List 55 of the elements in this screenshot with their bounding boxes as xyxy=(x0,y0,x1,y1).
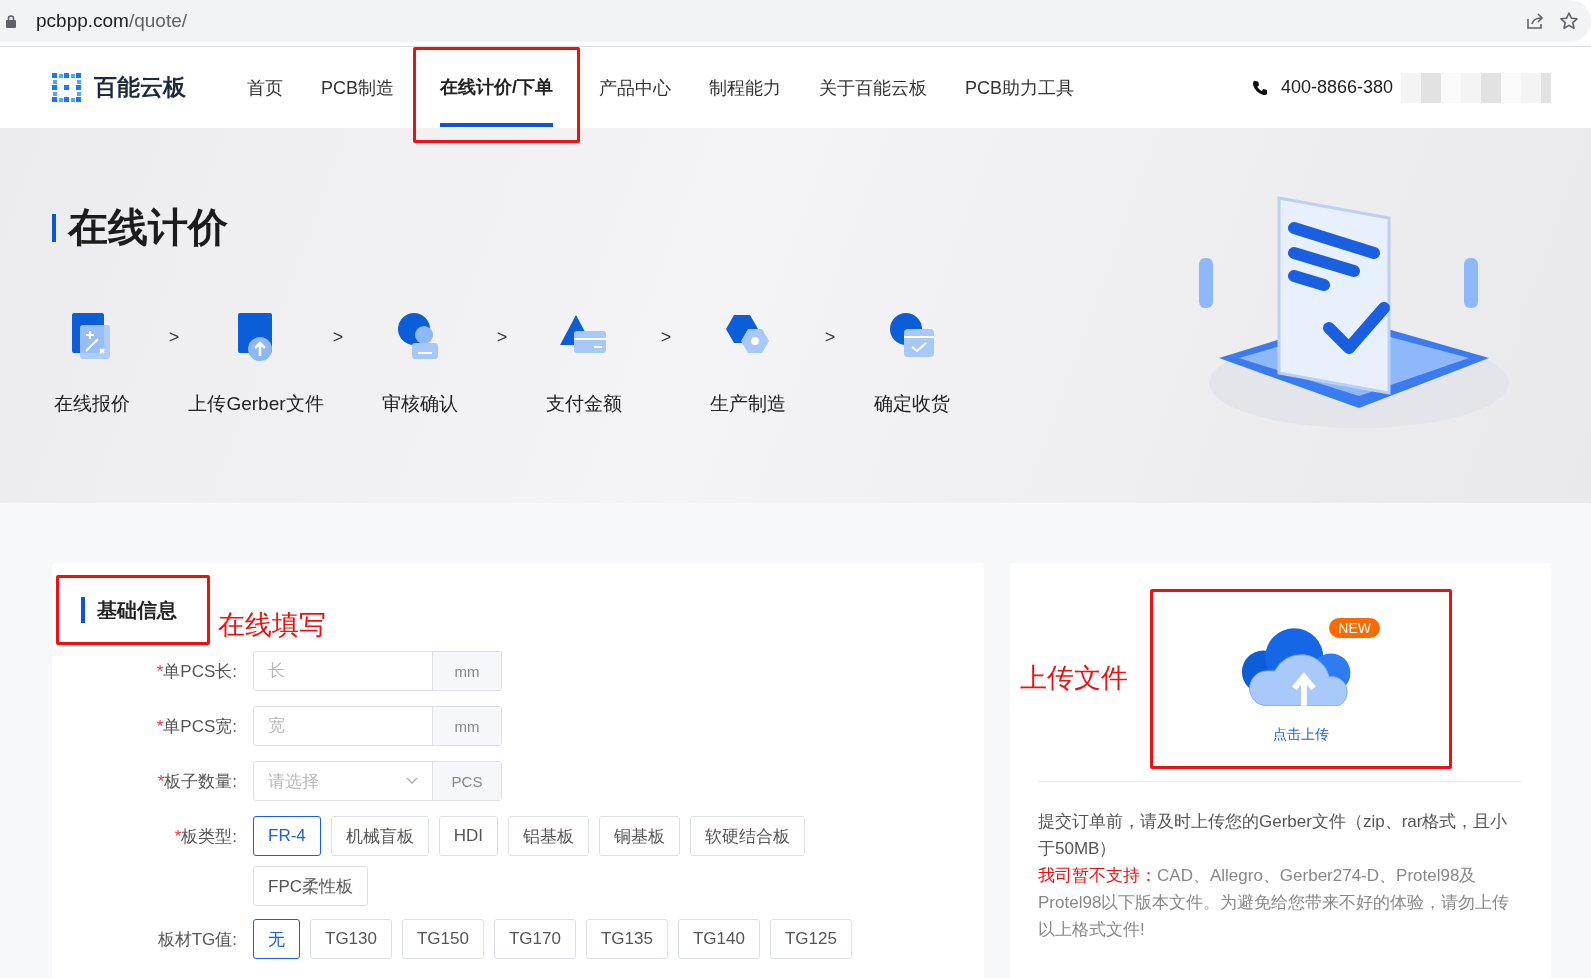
brand-name[interactable]: 百能云板 xyxy=(94,72,186,103)
option-button[interactable]: FR-4 xyxy=(253,816,321,856)
section-title: 基础信息 xyxy=(97,597,177,623)
star-icon[interactable] xyxy=(1559,11,1579,31)
step-label: 审核确认 xyxy=(382,392,458,416)
field-label: *单PCS长: xyxy=(155,661,238,683)
option-button[interactable]: TG135 xyxy=(585,919,668,959)
url-text: pcbpp.com/quote/ xyxy=(36,10,188,32)
option-button[interactable]: TG170 xyxy=(493,919,576,959)
option-button[interactable]: 机械盲板 xyxy=(330,816,429,856)
field-label: *板子数量: xyxy=(156,771,238,793)
option-button[interactable]: TG125 xyxy=(769,919,852,959)
field-label: *板类型: xyxy=(173,826,238,848)
field-label: 板材TG值: xyxy=(156,929,238,951)
step-label: 支付金额 xyxy=(546,392,622,416)
option-button[interactable]: 铜基板 xyxy=(599,816,681,856)
address-bar[interactable]: pcbpp.com/quote/ xyxy=(0,0,1591,42)
step-arrow: > xyxy=(167,327,181,348)
option-button[interactable]: HDI xyxy=(438,816,499,856)
step-label: 生产制造 xyxy=(710,392,786,416)
unit-addon: mm xyxy=(432,652,501,690)
share-icon[interactable] xyxy=(1525,11,1545,31)
new-badge: NEW xyxy=(1329,618,1381,638)
step-arrow: > xyxy=(331,327,345,348)
annotation-text: 在线填写 xyxy=(218,609,326,642)
option-button[interactable]: TG130 xyxy=(310,919,392,959)
option-button[interactable]: 软硬结合板 xyxy=(690,816,806,856)
step-arrow: > xyxy=(823,327,837,348)
field-label: *单PCS宽: xyxy=(155,716,238,738)
page-title: 在线计价 xyxy=(68,204,228,251)
nav-link[interactable]: 首页 xyxy=(247,51,283,128)
logo-icon xyxy=(52,72,82,103)
phone-icon xyxy=(1250,78,1269,97)
upload-link[interactable]: 点击上传 xyxy=(1273,726,1330,744)
nav-link[interactable]: 关于百能云板 xyxy=(819,51,928,128)
annotation-text: 上传文件 xyxy=(1020,662,1129,695)
lock-icon xyxy=(6,14,16,28)
step-arrow: > xyxy=(659,327,673,348)
nav-link[interactable]: PCB制造 xyxy=(321,51,394,128)
phone-number: 400-8866-380 xyxy=(1280,77,1393,98)
step-label: 确定收货 xyxy=(874,392,950,416)
nav-link[interactable]: 制程能力 xyxy=(709,51,782,128)
warning-note: 我司暂不支持：CAD、Allegro、Gerber274-D、Protel98及Protel98以下版本文件。为避免给您带来不好的体验，请勿上传以上格式文件! xyxy=(1038,865,1511,941)
option-button[interactable]: FPC柔性板 xyxy=(253,866,368,906)
option-button[interactable]: 铝基板 xyxy=(508,816,590,856)
option-button[interactable]: TG140 xyxy=(677,919,760,959)
step-label: 在线报价 xyxy=(54,392,130,416)
unit-addon: mm xyxy=(432,707,501,745)
nav-link[interactable]: PCB助力工具 xyxy=(965,51,1075,128)
step-arrow: > xyxy=(495,327,509,348)
option-button[interactable]: TG150 xyxy=(402,919,484,959)
nav-link[interactable]: 产品中心 xyxy=(599,51,672,128)
option-button[interactable]: 无 xyxy=(253,919,300,959)
upload-note: 提交订单前，请及时上传您的Gerber文件（zip、rar格式，且小于50MB） xyxy=(1038,811,1509,860)
step-label: 上传Gerber文件 xyxy=(188,392,324,416)
